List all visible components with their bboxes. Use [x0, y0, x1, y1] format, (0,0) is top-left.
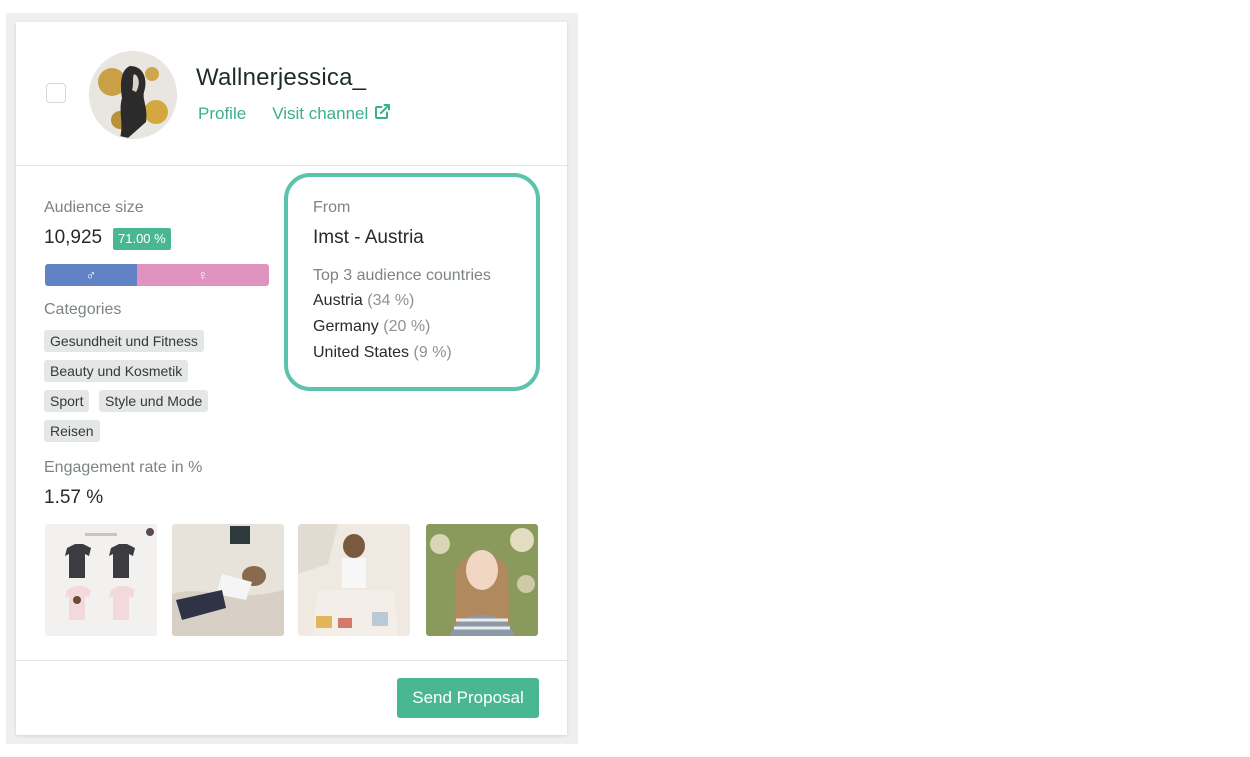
visit-channel-label: Visit channel — [272, 104, 369, 123]
from-label: From — [313, 199, 351, 216]
influencer-card: Wallnerjessica_ Profile Visit channel Au… — [16, 22, 567, 735]
country-name: Austria — [313, 292, 363, 309]
engagement-label: Engagement rate in % — [44, 459, 203, 476]
username: Wallnerjessica_ — [196, 64, 367, 91]
from-value: Imst - Austria — [313, 227, 424, 248]
profile-link-label: Profile — [198, 104, 247, 123]
country-share: (9 %) — [413, 344, 452, 361]
country-item: Austria (34 %) — [313, 292, 414, 310]
category-tag[interactable]: Gesundheit und Fitness — [44, 330, 204, 352]
country-share: (20 %) — [383, 318, 431, 335]
header-divider — [16, 165, 567, 166]
post-thumbnail[interactable] — [298, 524, 410, 636]
category-tag[interactable]: Sport — [44, 390, 90, 412]
male-icon: ♂ — [85, 267, 97, 283]
male-segment: ♂ — [45, 264, 137, 286]
external-link-icon — [374, 103, 391, 125]
audience-size-value: 10,925 — [44, 227, 103, 248]
gender-split-bar: ♂ ♀ — [45, 264, 269, 286]
country-share: (34 %) — [367, 292, 415, 309]
country-item: Germany (20 %) — [313, 318, 430, 336]
profile-link[interactable]: Profile — [198, 104, 246, 124]
country-item: United States (9 %) — [313, 344, 452, 362]
female-segment: ♀ — [136, 264, 269, 286]
category-tag[interactable]: Style und Mode — [99, 390, 209, 412]
country-name: Germany — [313, 318, 379, 335]
avatar — [89, 51, 177, 139]
engagement-value: 1.57 % — [44, 487, 104, 508]
categories-label: Categories — [44, 301, 122, 318]
audience-size-label: Audience size — [44, 199, 144, 216]
post-thumbnail[interactable] — [45, 524, 157, 636]
profile-links: Profile Visit channel — [198, 103, 391, 125]
select-checkbox[interactable] — [46, 83, 66, 103]
send-proposal-button[interactable]: Send Proposal — [397, 678, 539, 718]
category-tag[interactable]: Beauty und Kosmetik — [44, 360, 189, 382]
country-name: United States — [313, 344, 410, 361]
post-thumbnail[interactable] — [426, 524, 538, 636]
visit-channel-link[interactable]: Visit channel — [272, 103, 391, 125]
female-icon: ♀ — [197, 267, 209, 283]
audience-percentage-badge: 71.00 % — [113, 228, 171, 250]
post-thumbnail[interactable] — [172, 524, 284, 636]
top-countries-label: Top 3 audience countries — [313, 267, 491, 284]
footer-divider — [16, 660, 567, 661]
category-tag[interactable]: Reisen — [44, 420, 100, 442]
